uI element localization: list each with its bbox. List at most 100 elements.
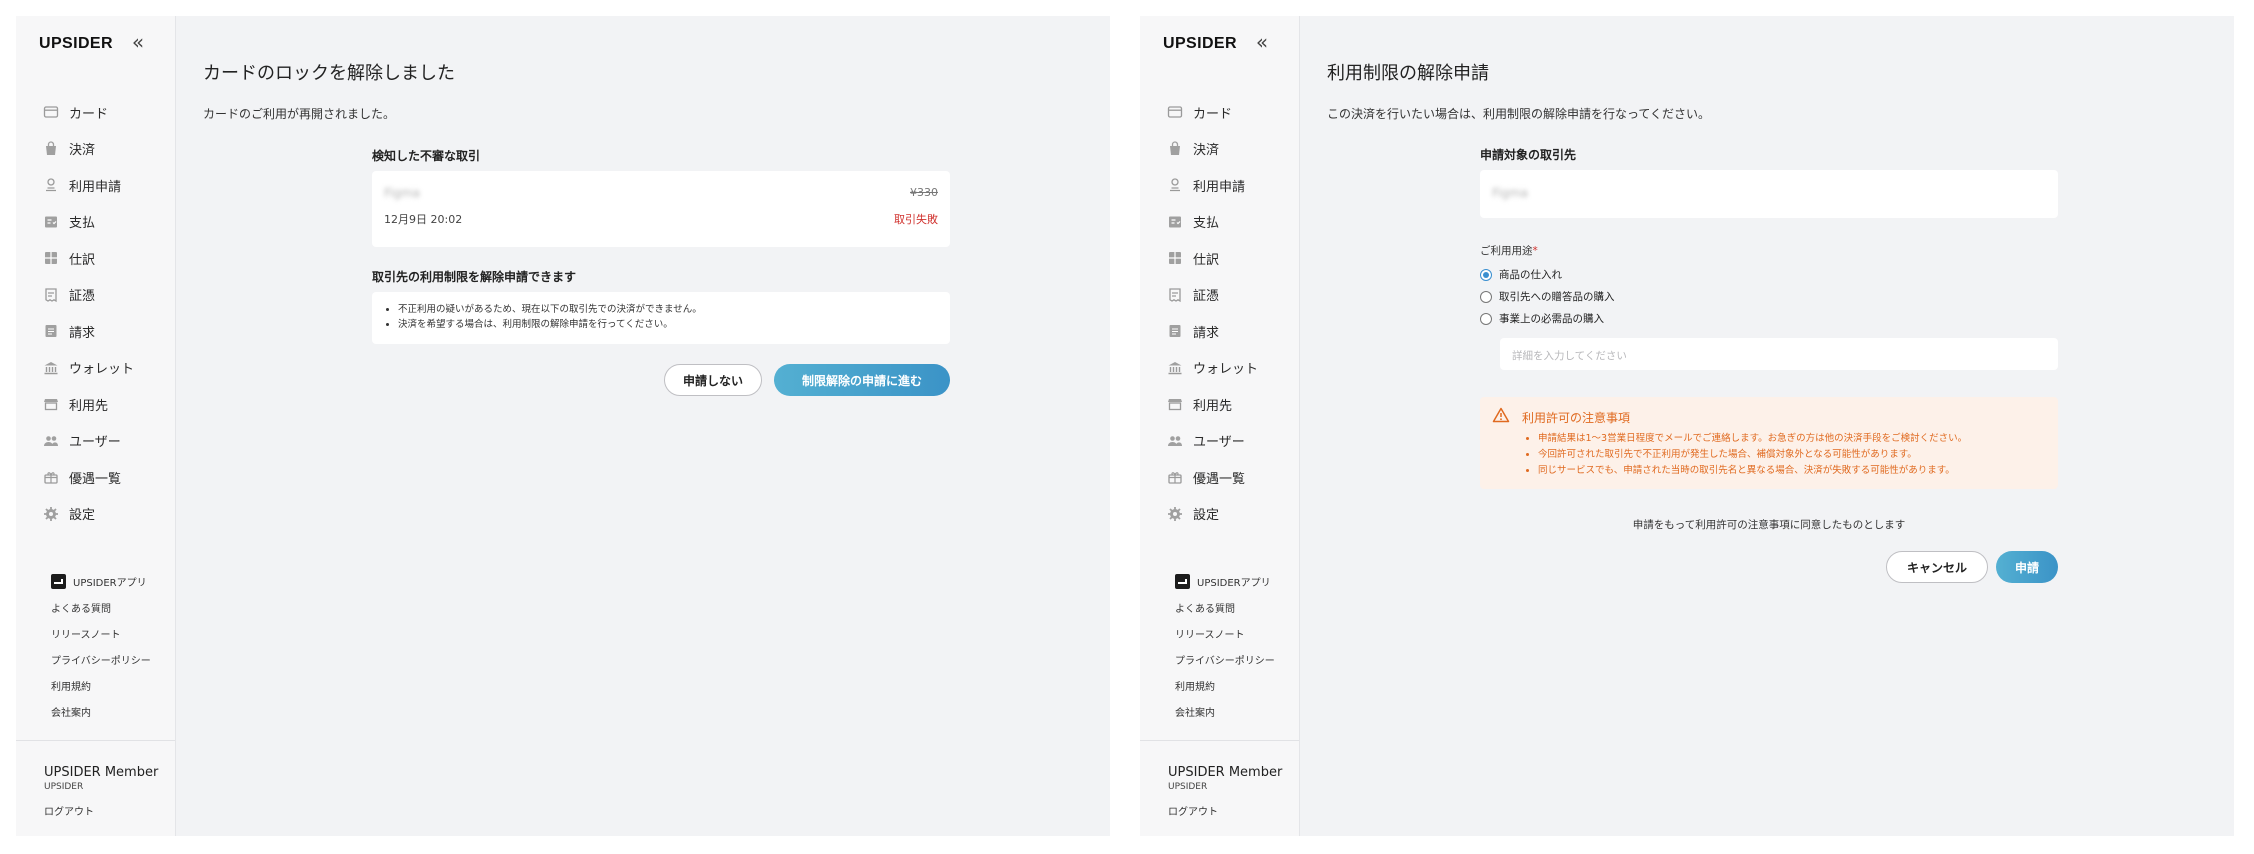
submit-request-button[interactable]: 申請 — [1996, 551, 2058, 583]
sidebar-item-label: 証憑 — [69, 289, 96, 305]
sidebar-item-payout[interactable]: 支払 — [16, 204, 175, 241]
sidebar-link-company[interactable]: 会社案内 — [1140, 698, 1299, 724]
usage-option-label: 事業上の必需品の購入 — [1499, 313, 1604, 325]
usage-option-1[interactable]: 取引先への贈答品の購入 — [1480, 289, 1615, 304]
sidebar-link-app[interactable]: UPSIDERアプリ — [16, 568, 175, 594]
sidebar-nav: カード 決済 利用申請 支払 仕訳 証憑 請求 ウォレット 利用先 ユーザー 優… — [16, 94, 175, 532]
app-icon — [51, 573, 66, 589]
tx-merchant: Figma — [384, 186, 421, 200]
collapse-sidebar-icon[interactable]: « — [128, 30, 148, 54]
member-name: UPSIDER Member — [44, 765, 159, 780]
sidebar-item-settings[interactable]: 設定 — [16, 496, 175, 533]
sidebar-link-terms[interactable]: 利用規約 — [16, 672, 175, 698]
radio-unselected[interactable] — [1480, 312, 1492, 325]
sidebar: UPSIDER « カード 決済 利用申請 支払 仕訳 証憑 請求 ウォレット … — [1140, 16, 1300, 836]
document-icon — [43, 323, 59, 339]
restriction-info-item: 不正利用の疑いがあるため、現在以下の取引先での決済ができません。 — [398, 302, 702, 317]
invoice-icon — [1167, 214, 1183, 230]
sidebar-item-merchants[interactable]: 利用先 — [1140, 386, 1299, 423]
bag-icon — [1167, 141, 1183, 157]
no-request-button[interactable]: 申請しない — [664, 364, 762, 396]
bag-icon — [43, 141, 59, 157]
sidebar-item-wallet[interactable]: ウォレット — [1140, 350, 1299, 387]
grid-icon — [1167, 250, 1183, 266]
notice-item: 今回許可された取引先で不正利用が発生した場合、補償対象外となる可能性があります。 — [1538, 447, 1967, 463]
proceed-release-request-button[interactable]: 制限解除の申請に進む — [774, 364, 950, 396]
sidebar-item-label: 優遇一覧 — [1193, 471, 1246, 487]
sidebar-item-billing[interactable]: 請求 — [16, 313, 175, 350]
sidebar-item-journal[interactable]: 仕訳 — [1140, 240, 1299, 277]
gift-icon — [1167, 469, 1183, 485]
logout-link[interactable]: ログアウト — [44, 803, 158, 818]
detail-input[interactable]: 詳細を入力してください — [1500, 338, 2058, 370]
member-company: UPSIDER — [44, 782, 84, 792]
sidebar-item-payout[interactable]: 支払 — [1140, 204, 1299, 241]
invoice-icon — [43, 214, 59, 230]
sidebar-item-payment[interactable]: 決済 — [1140, 131, 1299, 168]
page-title: カードのロックを解除しました — [203, 63, 455, 84]
sidebar-link-privacy[interactable]: プライバシーポリシー — [16, 646, 175, 672]
sidebar-item-billing[interactable]: 請求 — [1140, 313, 1299, 350]
sidebar-item-label: ウォレット — [69, 362, 135, 378]
sidebar-item-label: ウォレット — [1193, 362, 1259, 378]
sidebar-item-benefits[interactable]: 優遇一覧 — [16, 459, 175, 496]
sidebar-item-wallet[interactable]: ウォレット — [16, 350, 175, 387]
tx-datetime: 12月9日 20:02 — [384, 213, 463, 226]
sidebar-sub-links: UPSIDERアプリ よくある質問 リリースノート プライバシーポリシー 利用規… — [1140, 568, 1299, 724]
card-icon — [43, 104, 59, 120]
target-merchant-value: Figma — [1492, 186, 1529, 200]
sidebar-link-terms[interactable]: 利用規約 — [1140, 672, 1299, 698]
page-description: この決済を行いたい場合は、利用制限の解除申請を行なってください。 — [1327, 107, 1711, 121]
sidebar-link-release-notes[interactable]: リリースノート — [16, 620, 175, 646]
transaction-card: Figma ¥330 12月9日 20:02 取引失敗 — [372, 171, 950, 247]
main-content: 利用制限の解除申請 この決済を行いたい場合は、利用制限の解除申請を行なってくださ… — [1300, 16, 2234, 836]
sidebar-item-usage-request[interactable]: 利用申請 — [1140, 167, 1299, 204]
suspicious-tx-heading: 検知した不審な取引 — [372, 149, 481, 163]
page-description: カードのご利用が再開されました。 — [203, 107, 396, 121]
sidebar-item-users[interactable]: ユーザー — [1140, 423, 1299, 460]
sidebar-item-settings[interactable]: 設定 — [1140, 496, 1299, 533]
sidebar-item-merchants[interactable]: 利用先 — [16, 386, 175, 423]
cancel-button[interactable]: キャンセル — [1886, 551, 1988, 583]
usage-option-label: 取引先への贈答品の購入 — [1499, 291, 1615, 303]
member-name: UPSIDER Member — [1168, 765, 1283, 780]
store-icon — [43, 396, 59, 412]
brand-logo: UPSIDER — [1163, 35, 1237, 52]
sidebar-link-privacy[interactable]: プライバシーポリシー — [1140, 646, 1299, 672]
target-merchant-heading: 申請対象の取引先 — [1480, 148, 1577, 162]
sidebar-item-users[interactable]: ユーザー — [16, 423, 175, 460]
sidebar-item-payment[interactable]: 決済 — [16, 131, 175, 168]
sidebar-item-label: 請求 — [1193, 325, 1220, 341]
sidebar-link-faq[interactable]: よくある質問 — [1140, 594, 1299, 620]
sidebar-item-benefits[interactable]: 優遇一覧 — [1140, 459, 1299, 496]
sidebar-item-journal[interactable]: 仕訳 — [16, 240, 175, 277]
usage-option-2[interactable]: 事業上の必需品の購入 — [1480, 311, 1604, 326]
radio-unselected[interactable] — [1480, 290, 1492, 303]
logout-link[interactable]: ログアウト — [1168, 803, 1282, 818]
radio-selected[interactable] — [1480, 268, 1492, 281]
store-icon — [1167, 396, 1183, 412]
usage-option-0[interactable]: 商品の仕入れ — [1480, 267, 1562, 282]
main-content: カードのロックを解除しました カードのご利用が再開されました。 検知した不審な取… — [176, 16, 1110, 836]
sidebar-item-receipts[interactable]: 証憑 — [1140, 277, 1299, 314]
sidebar-item-card[interactable]: カード — [16, 94, 175, 131]
sidebar-item-label: 仕訳 — [69, 252, 96, 268]
stamp-icon — [1167, 177, 1183, 193]
sidebar-link-faq[interactable]: よくある質問 — [16, 594, 175, 620]
bank-icon — [43, 360, 59, 376]
agreement-text: 申請をもって利用許可の注意事項に同意したものとします — [1632, 519, 1906, 531]
usage-purpose-text: ご利用用途 — [1480, 245, 1533, 257]
sidebar-link-release-notes[interactable]: リリースノート — [1140, 620, 1299, 646]
sidebar-item-receipts[interactable]: 証憑 — [16, 277, 175, 314]
sidebar-link-company[interactable]: 会社案内 — [16, 698, 175, 724]
collapse-sidebar-icon[interactable]: « — [1252, 30, 1272, 54]
document-icon — [1167, 323, 1183, 339]
usage-purpose-label: ご利用用途* — [1480, 243, 1538, 258]
notice-title: 利用許可の注意事項 — [1522, 411, 1631, 425]
required-mark: * — [1532, 245, 1538, 257]
sidebar-link-app[interactable]: UPSIDERアプリ — [1140, 568, 1299, 594]
users-icon — [43, 433, 59, 449]
restriction-info-item: 決済を希望する場合は、利用制限の解除申請を行ってください。 — [398, 317, 702, 332]
sidebar-item-card[interactable]: カード — [1140, 94, 1299, 131]
sidebar-item-usage-request[interactable]: 利用申請 — [16, 167, 175, 204]
